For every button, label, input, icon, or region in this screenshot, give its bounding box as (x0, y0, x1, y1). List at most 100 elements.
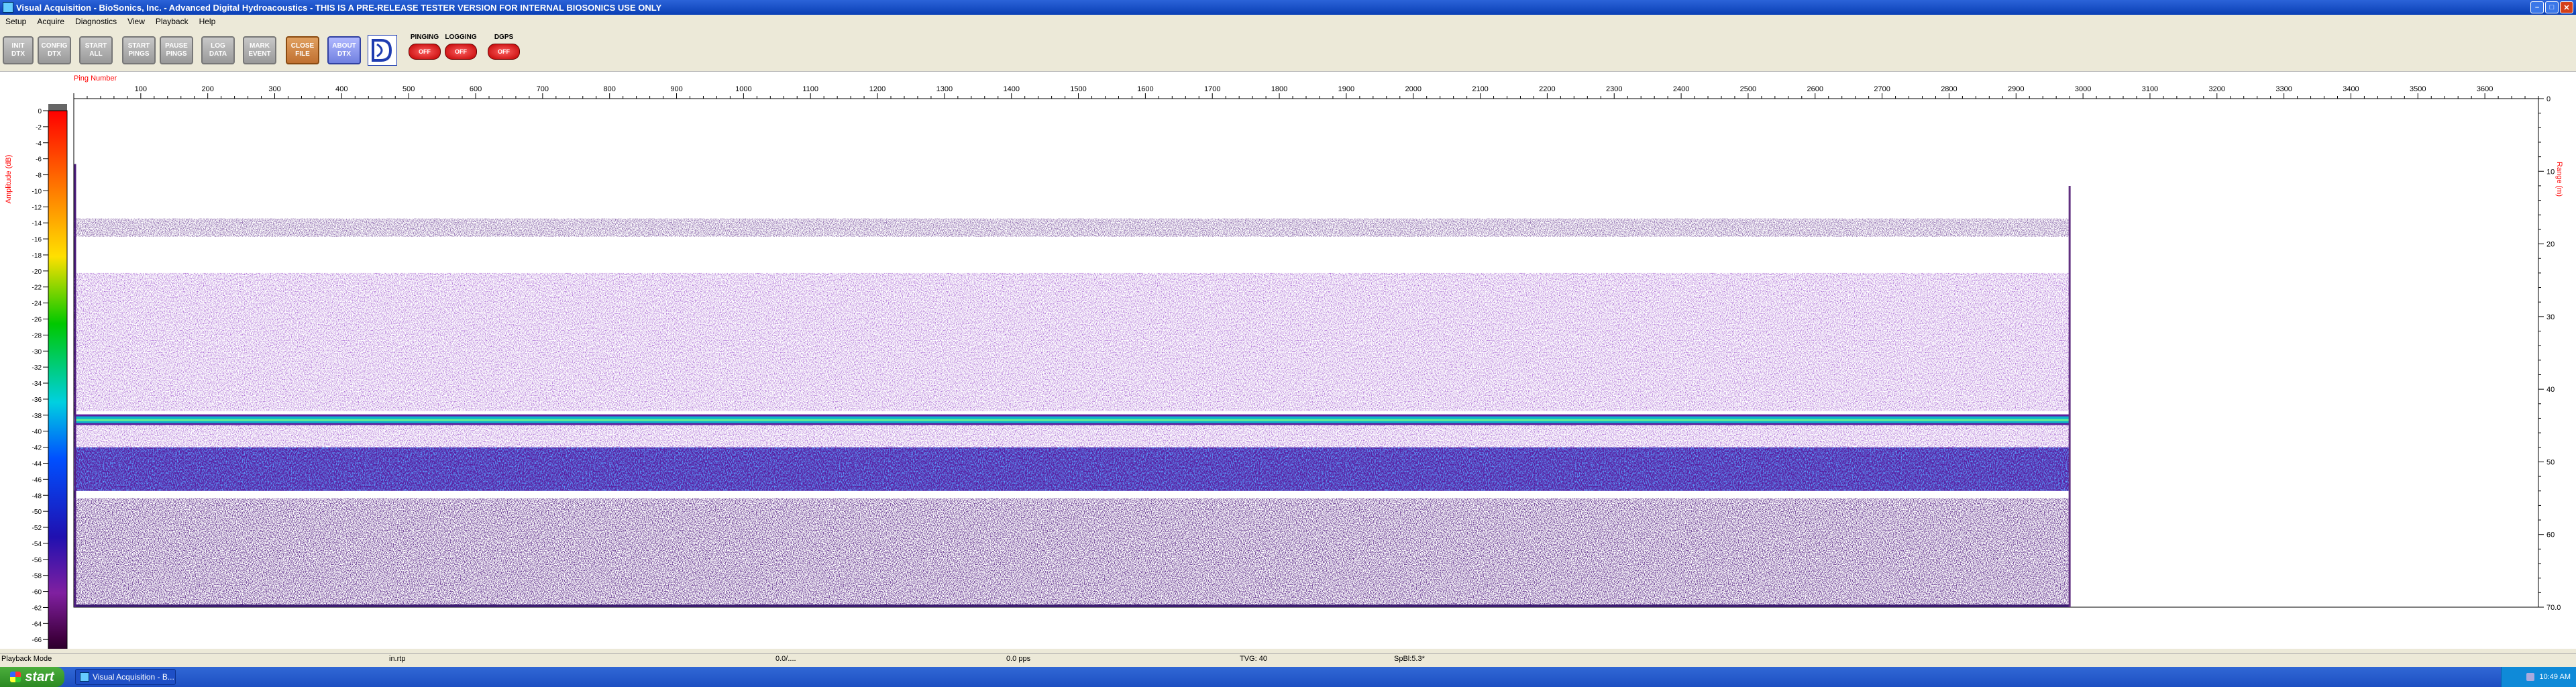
amp-tick-label: -30 (32, 348, 42, 356)
start-button[interactable]: start (0, 667, 64, 687)
x-tick-label: 1200 (869, 85, 885, 93)
amp-tick-label: -44 (32, 460, 42, 468)
app-icon (80, 672, 89, 682)
x-tick-label: 2900 (2008, 85, 2024, 93)
amp-tick-label: -46 (32, 476, 42, 484)
toolbar: INIT DTX CONFIG DTX START ALL START PINGS PA… (0, 30, 2576, 72)
log-data-button[interactable]: LOG DATA (201, 36, 235, 64)
status-rate: 0.0 pps (1006, 655, 1031, 663)
menu-playback[interactable]: Playback (150, 17, 194, 26)
start-all-button[interactable]: START ALL (79, 36, 113, 64)
windows-flag-icon (10, 672, 21, 682)
amp-tick-label: -48 (32, 492, 42, 500)
range-tick-label: 60 (2546, 531, 2555, 539)
bottom-line-core (74, 419, 2070, 421)
x-axis-label: Ping Number (74, 74, 117, 83)
amp-tick-label: -36 (32, 397, 42, 404)
amplitude-ticks: 0 -2 -4 -6 -8 -10 -12 -14 -16 -18 -20 -22 -24 -26 -28 -… (32, 108, 48, 644)
close-file-button[interactable]: CLOSE FILE (286, 36, 319, 64)
amp-tick-label: -8 (36, 172, 42, 180)
mark-event-button[interactable]: MARK EVENT (243, 36, 276, 64)
x-tick-label: 2600 (1807, 85, 1823, 93)
menu-bar: Setup Acquire Diagnostics View Playback … (0, 15, 2576, 28)
amp-tick-label: 0 (38, 108, 42, 115)
amp-tick-label: -52 (32, 525, 42, 532)
range-tick-label: 40 (2546, 386, 2555, 394)
x-tick-label: 1700 (1204, 85, 1220, 93)
minimize-icon[interactable]: – (2530, 1, 2544, 13)
echogram-panel: Ping Number Amplitude (dB) Range (m) 0 -2… (0, 72, 2576, 649)
amp-tick-label: -64 (32, 621, 42, 628)
x-tick-label: 3000 (2075, 85, 2091, 93)
amp-tick-label: -18 (32, 252, 42, 260)
x-tick-label: 2700 (1874, 85, 1890, 93)
amp-tick-label: -16 (32, 236, 42, 244)
amp-tick-label: -56 (32, 557, 42, 564)
menu-help[interactable]: Help (194, 17, 221, 26)
amp-tick-label: -2 (36, 124, 42, 131)
about-dtx-button[interactable]: ABOUT DTX (327, 36, 361, 64)
x-tick-label: 2400 (1673, 85, 1689, 93)
range-axis-label: Range (m) (2555, 162, 2563, 197)
range-tick-label: 30 (2546, 313, 2555, 321)
maximize-icon[interactable]: □ (2545, 1, 2559, 13)
pause-pings-button[interactable]: PAUSE PINGS (160, 36, 193, 64)
taskbar: start Visual Acquisition - B... 10:49 AM (0, 667, 2576, 687)
x-tick-label: 800 (604, 85, 616, 93)
amp-tick-label: -22 (32, 284, 42, 292)
x-tick-label: 1600 (1137, 85, 1153, 93)
amp-tick-label: -40 (32, 429, 42, 436)
menu-acquire[interactable]: Acquire (32, 17, 70, 26)
window-controls: – □ ✕ (2530, 1, 2573, 13)
amp-tick-label: -38 (32, 413, 42, 420)
x-tick-label: 2500 (1740, 85, 1756, 93)
amp-tick-label: -42 (32, 445, 42, 452)
menu-diagnostics[interactable]: Diagnostics (70, 17, 122, 26)
amp-tick-label: -50 (32, 509, 42, 516)
x-tick-label: 2300 (1606, 85, 1622, 93)
menu-setup[interactable]: Setup (0, 17, 32, 26)
x-tick-label: 900 (670, 85, 682, 93)
x-tick-label: 3600 (2477, 85, 2493, 93)
x-tick-label: 3500 (2410, 85, 2426, 93)
x-tick-label: 2800 (1941, 85, 1957, 93)
taskbar-item-visual-acquisition[interactable]: Visual Acquisition - B... (75, 669, 176, 685)
amp-tick-label: -24 (32, 301, 42, 308)
x-tick-label: 700 (537, 85, 549, 93)
x-tick-label: 400 (335, 85, 347, 93)
network-icon[interactable] (2526, 673, 2534, 681)
amp-tick-label: -32 (32, 364, 42, 372)
amplitude-colorbar (48, 110, 68, 649)
close-icon[interactable]: ✕ (2560, 1, 2573, 13)
init-dtx-button[interactable]: INIT DTX (3, 36, 34, 64)
x-tick-label: 3200 (2209, 85, 2225, 93)
amp-tick-label: -66 (32, 637, 42, 644)
amp-tick-label: -6 (36, 156, 42, 164)
range-end-label: 70.0 (2546, 604, 2561, 612)
x-tick-label: 200 (201, 85, 213, 93)
amp-tick-label: -54 (32, 541, 42, 548)
x-tick-label: 3300 (2275, 85, 2292, 93)
purple-scattering-layer (74, 272, 2070, 411)
x-tick-label: 500 (402, 85, 415, 93)
menu-view[interactable]: View (122, 17, 150, 26)
status-spl: SpBl:5.3* (1394, 655, 1425, 663)
start-pings-button[interactable]: START PINGS (122, 36, 156, 64)
bottom-strip (74, 604, 2070, 607)
x-tick-label: 100 (135, 85, 147, 93)
status-bar: Playback Mode in.rtp 0.0/.... 0.0 pps TV… (0, 653, 2576, 665)
config-dtx-button[interactable]: CONFIG DTX (38, 36, 71, 64)
x-tick-label: 300 (268, 85, 280, 93)
x-tick-label: 1300 (936, 85, 953, 93)
range-tick-label: 20 (2546, 241, 2555, 249)
pinging-indicator: PINGING OFF (407, 34, 443, 67)
logging-indicator: LOGGING OFF (443, 34, 479, 67)
echogram-chart[interactable]: Ping Number Amplitude (dB) Range (m) 0 -2… (0, 72, 2576, 649)
x-tick-label: 3100 (2142, 85, 2158, 93)
x-tick-label: 1000 (735, 85, 751, 93)
amp-tick-label: -20 (32, 268, 42, 276)
amp-tick-label: -28 (32, 332, 42, 339)
window-title: Visual Acquisition - BioSonics, Inc. - A… (16, 2, 662, 13)
title-bar: Visual Acquisition - BioSonics, Inc. - A… (0, 0, 2576, 15)
second-layer (74, 447, 2070, 491)
